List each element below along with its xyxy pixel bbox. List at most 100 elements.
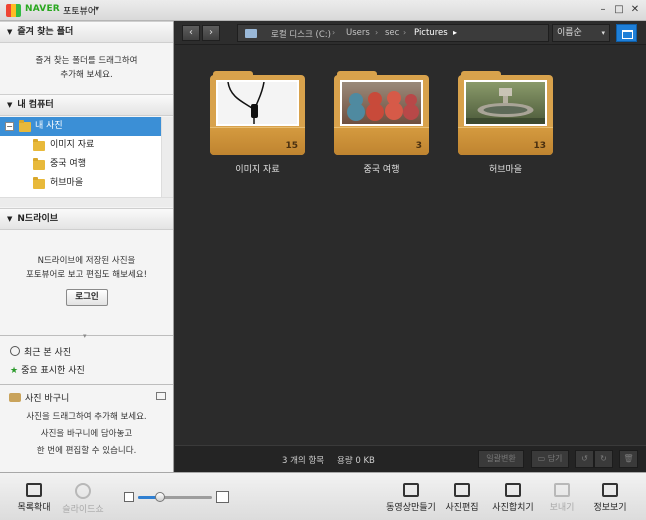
make-video-label: 동영상만들기 (386, 503, 436, 513)
tree-item-china-trip[interactable]: 중국 여행 (0, 155, 161, 174)
close-button[interactable]: ✕ (628, 3, 642, 17)
basket-line1: 사진을 드래그하여 추가해 보세요. (26, 412, 147, 422)
recent-label: 최근 본 사진 (24, 348, 72, 358)
slider-knob[interactable] (155, 492, 166, 502)
recent-photos-link[interactable]: 최근 본 사진 (10, 346, 71, 360)
maximize-button[interactable]: □ (612, 3, 626, 17)
forward-button[interactable]: › (202, 25, 220, 41)
breadcrumb-local-disk[interactable]: 로컬 디스크 (C:) (271, 28, 331, 40)
play-icon (75, 483, 91, 499)
photo-count: 15 (285, 141, 298, 151)
zoom-in-icon[interactable] (216, 491, 229, 503)
minimize-button[interactable]: – (596, 3, 610, 17)
splitter-grip-icon[interactable]: ▾ (83, 332, 87, 340)
info-button[interactable]: 정보보기 (590, 483, 630, 513)
tree-item-image-data[interactable]: 이미지 자료 (0, 136, 161, 155)
breadcrumb-separator-icon: › (403, 28, 407, 37)
tree-item-label: 이미지 자료 (50, 140, 95, 150)
photo-count: 13 (533, 141, 546, 151)
thumbnail-size-slider[interactable] (138, 492, 212, 502)
tree-item-label: 허브마을 (50, 178, 84, 188)
list-zoom-button[interactable]: 목록확대 (14, 483, 54, 513)
earphone-photo (227, 81, 265, 124)
folder-name: 허브마을 (488, 165, 523, 175)
grid-icon (505, 483, 521, 497)
tree-item-label: 내 사진 (35, 121, 63, 131)
star-icon: ★ (10, 366, 19, 376)
tree-horizontal-scrollbar[interactable] (0, 197, 173, 207)
slideshow-label: 슬라이드쇼 (62, 505, 104, 515)
folder-front: 13 (458, 127, 553, 155)
breadcrumb-users[interactable]: Users (346, 28, 370, 38)
zoom-out-icon[interactable] (124, 492, 134, 502)
list-zoom-icon (26, 483, 42, 497)
tree-vertical-scrollbar[interactable] (161, 117, 173, 197)
view-mode-button[interactable] (616, 24, 637, 42)
collapse-minus-icon[interactable]: − (5, 122, 14, 131)
total-size: 용량 0 KB (337, 456, 375, 466)
favorites-message-line2: 추가해 보세요. (60, 70, 113, 80)
merge-photo-button[interactable]: 사진합치기 (489, 483, 537, 513)
sort-select[interactable]: 이름순 ▾ (552, 24, 610, 42)
sort-label: 이름순 (557, 28, 582, 38)
favorites-message-line1: 즐겨 찾는 폴더를 드래그하여 (35, 56, 138, 66)
login-button[interactable]: 로그인 (66, 289, 108, 306)
trash-icon[interactable]: 🗑 (619, 450, 638, 468)
computer-header[interactable]: ▼ 내 컴퓨터 (0, 94, 173, 116)
status-bar: 3 개의 항목 용량 0 KB 일괄변환 ▭ 담기 ↺ ↻ 🗑 (175, 445, 646, 472)
favorites-title: 즐겨 찾는 폴더 (17, 27, 74, 37)
merge-photo-label: 사진합치기 (492, 503, 534, 513)
send-button[interactable]: 보내기 (545, 483, 579, 513)
section-divider (0, 384, 173, 385)
folder-thumbnail (340, 80, 423, 126)
teddy-bears-photo (347, 91, 419, 121)
folder-front: 3 (334, 127, 429, 155)
make-video-button[interactable]: 동영상만들기 (386, 483, 436, 513)
info-label: 정보보기 (593, 503, 627, 513)
folder-name: 중국 여행 (363, 165, 400, 175)
breadcrumb-expand-icon[interactable]: ▸ (453, 28, 457, 37)
magic-wand-icon (454, 483, 470, 497)
folder-icon (33, 139, 45, 151)
slideshow-button[interactable]: 슬라이드쇼 (60, 483, 106, 515)
bottom-toolbar: 목록확대 슬라이드쇼 동영상만들기 사진편집 사진합치기 보내기 정보보기 (0, 472, 646, 520)
ndrive-message-line2: 포토뷰어로 보고 편집도 해보세요! (26, 270, 147, 280)
rotate-right-icon[interactable]: ↻ (594, 450, 613, 468)
computer-title: 내 컴퓨터 (17, 100, 54, 110)
folder-grid: 15 이미지 자료 3 중국 여행 13 허브마을 (175, 45, 646, 445)
folder-front: 15 (210, 127, 305, 155)
breadcrumb-pictures[interactable]: Pictures (414, 28, 448, 38)
info-icon (602, 483, 618, 497)
send-label: 보내기 (549, 503, 575, 513)
app-menu-chevron-icon[interactable]: ▾ (95, 4, 99, 13)
edit-photo-button[interactable]: 사진편집 (443, 483, 481, 513)
tree-item-my-photos[interactable]: − 내 사진 (0, 117, 161, 136)
put-in-basket-button[interactable]: ▭ 담기 (531, 450, 569, 468)
share-icon (554, 483, 570, 497)
back-button[interactable]: ‹ (182, 25, 200, 41)
folder-icon (33, 158, 45, 170)
fountain-photo (466, 88, 545, 124)
basket-line3: 한 번에 편집할 수 있습니다. (36, 446, 137, 456)
basket-line2: 사진을 바구니에 담아놓고 (40, 429, 133, 439)
rotate-left-icon[interactable]: ↺ (575, 450, 594, 468)
folder-tree: − 내 사진 이미지 자료 중국 여행 허브마을 (0, 117, 173, 197)
ndrive-message-line1: N드라이브에 저장된 사진을 (37, 256, 136, 266)
collapse-triangle-icon: ▼ (7, 215, 13, 223)
basket-title: 사진 바구니 (9, 391, 69, 404)
item-count: 3 개의 항목 (282, 456, 325, 466)
starred-photos-link[interactable]: ★ 중요 표시한 사진 (10, 364, 85, 378)
breadcrumb-separator-icon: › (375, 28, 379, 37)
batch-convert-button[interactable]: 일괄변환 (478, 450, 524, 468)
tree-item-herb-village[interactable]: 허브마을 (0, 174, 161, 193)
ndrive-header[interactable]: ▼ N드라이브 (0, 208, 173, 230)
folder-icon (245, 29, 257, 38)
open-basket-icon[interactable] (156, 392, 166, 400)
favorites-header[interactable]: ▼ 즐겨 찾는 폴더 (0, 21, 173, 43)
clock-icon (10, 346, 20, 356)
breadcrumb-sec[interactable]: sec (385, 28, 399, 38)
put-label: 담기 (547, 454, 563, 463)
path-bar[interactable]: 로컬 디스크 (C:) › Users › sec › Pictures ▸ (237, 24, 549, 42)
brand-label: NAVER (25, 4, 60, 14)
folder-thumbnail (216, 80, 299, 126)
